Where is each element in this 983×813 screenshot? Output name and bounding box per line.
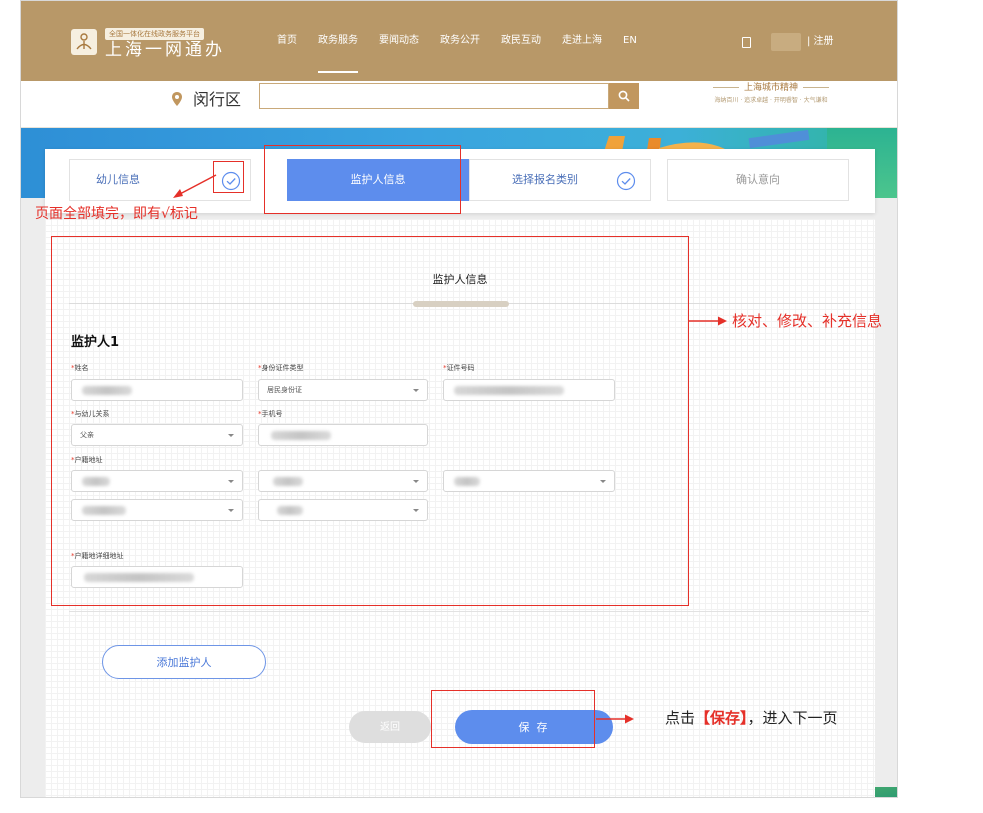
nav-item-interaction[interactable]: 政民互动 — [493, 1, 549, 81]
district-selector[interactable]: 闵行区 — [193, 89, 241, 111]
nav-item-open-government[interactable]: 政务公开 — [432, 1, 488, 81]
annotation-complete-note: 页面全部填完，即有√标记 — [35, 206, 198, 222]
search-row: 闵行区 上海城市精神 海纳百川 · 追求卓越 · 开明睿智 · 大气谦和 — [21, 81, 897, 128]
annotation-save-box — [431, 690, 595, 748]
search-button[interactable] — [609, 83, 639, 109]
nav-item-government-services[interactable]: 政务服务 — [310, 1, 366, 81]
nav-item-explore-shanghai[interactable]: 走进上海 — [554, 1, 610, 81]
form-divider — [69, 611, 869, 612]
annotation-arrow-icon — [689, 316, 727, 326]
back-button[interactable]: 返回 — [349, 711, 431, 743]
nav-item-home[interactable]: 首页 — [269, 1, 305, 81]
nav-item-english[interactable]: EN — [615, 1, 645, 81]
slogan-title: 上海城市精神 — [681, 81, 861, 95]
login-link[interactable] — [771, 33, 801, 51]
step-label: 幼儿信息 — [96, 173, 140, 186]
step-select-category[interactable]: 选择报名类别 — [469, 159, 651, 201]
step-label: 选择报名类别 — [512, 173, 578, 186]
check-circle-icon — [616, 171, 636, 191]
step-label: 确认意向 — [736, 173, 780, 186]
annotation-current-step-box — [264, 145, 461, 214]
add-guardian-button[interactable]: 添加监护人 — [102, 645, 266, 679]
slogan-subtitle: 海纳百川 · 追求卓越 · 开明睿智 · 大气谦和 — [714, 97, 828, 104]
location-pin-icon — [172, 92, 182, 106]
annotation-arrow-icon — [173, 174, 217, 198]
search-icon — [618, 90, 630, 102]
site-name[interactable]: 上海一网通办 — [105, 40, 225, 60]
annotation-check-note: 核对、修改、补充信息 — [732, 312, 883, 330]
site-header: 全国一体化在线政务服务平台 上海一网通办 首页 政务服务 要闻动态 政务公开 政… — [21, 1, 897, 81]
site-logo-icon[interactable] — [71, 29, 97, 55]
main-nav: 首页 政务服务 要闻动态 政务公开 政民互动 走进上海 EN — [269, 1, 650, 81]
platform-tag: 全国一体化在线政务服务平台 — [105, 28, 204, 40]
mobile-phone-icon[interactable] — [742, 37, 751, 48]
register-link[interactable]: | 注册 — [807, 34, 834, 50]
annotation-form-box — [51, 236, 689, 606]
search-input[interactable] — [259, 83, 609, 109]
city-spirit-slogan: 上海城市精神 海纳百川 · 追求卓越 · 开明睿智 · 大气谦和 — [681, 81, 861, 107]
annotation-arrow-icon — [596, 714, 634, 724]
nav-item-news[interactable]: 要闻动态 — [371, 1, 427, 81]
step-confirm-intent[interactable]: 确认意向 — [667, 159, 849, 201]
annotation-save-note: 点击【保存】，进入下一页 — [665, 709, 838, 727]
